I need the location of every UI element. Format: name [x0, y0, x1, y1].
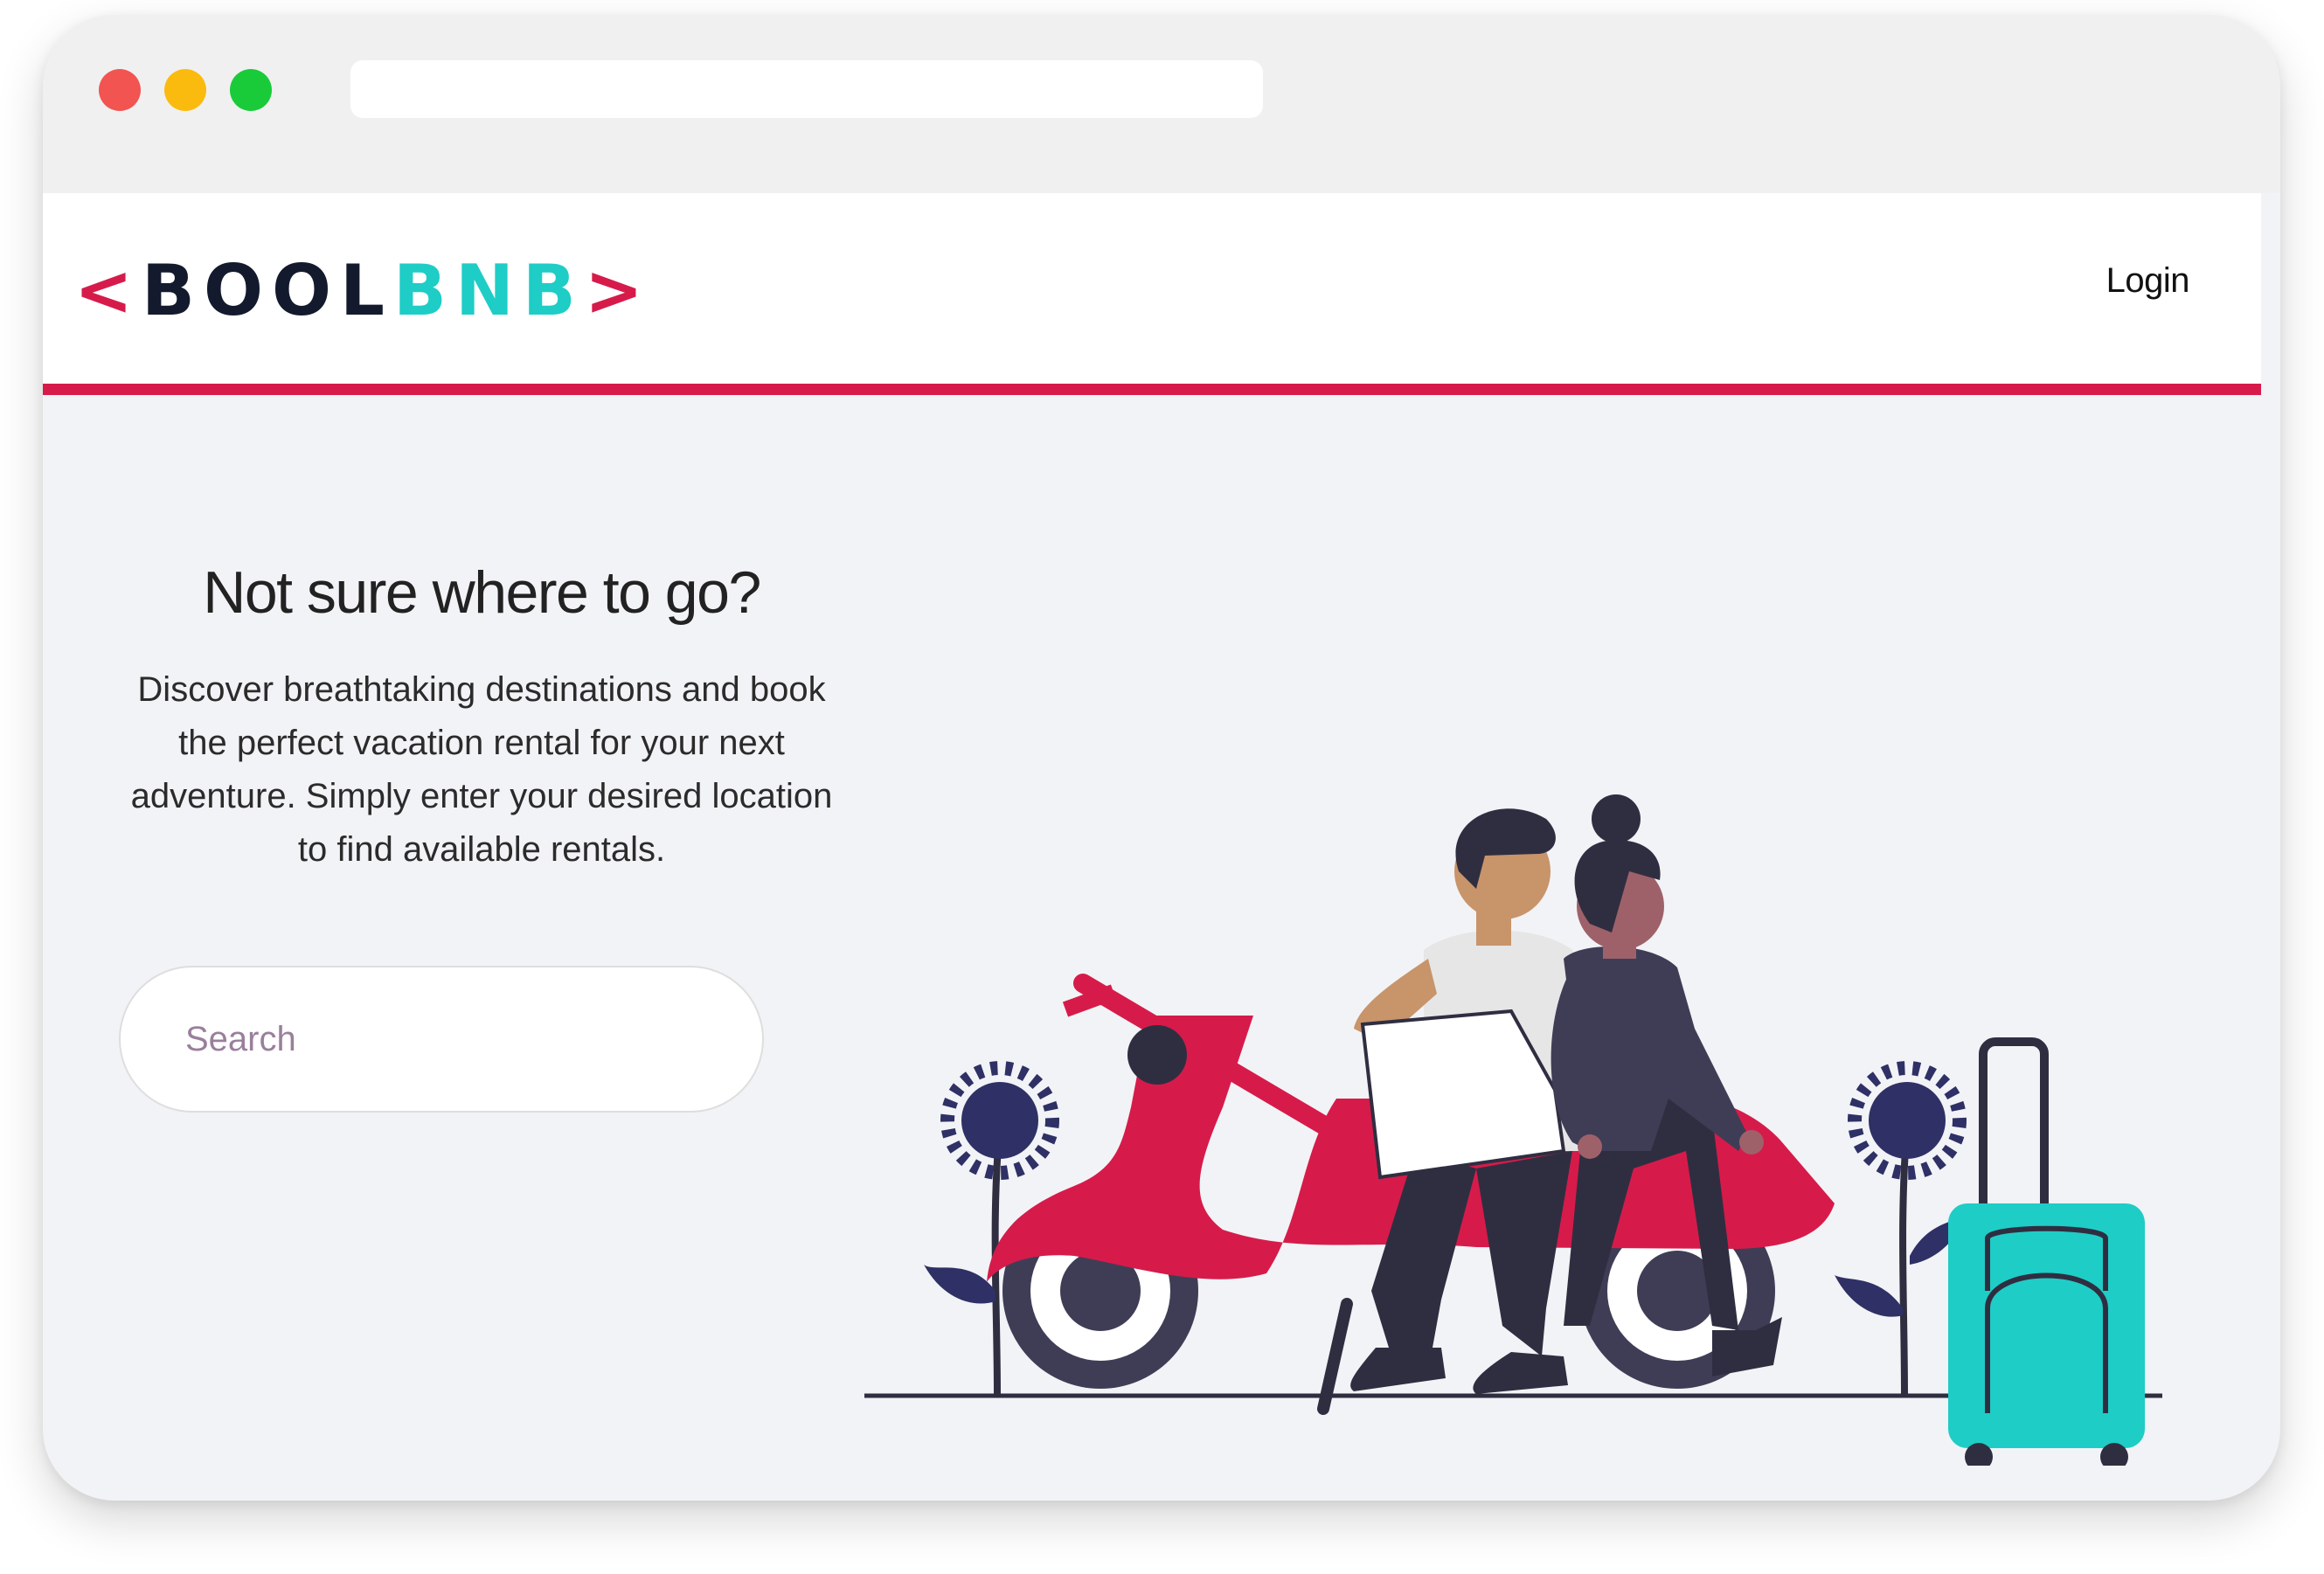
maximize-window-button[interactable]: [230, 69, 272, 111]
browser-window: <BOOLBNB> Login Not sure where to go? Di…: [43, 15, 2280, 1501]
flower-right-icon: [1835, 1061, 1967, 1397]
close-window-button[interactable]: [99, 69, 141, 111]
site-navbar: <BOOLBNB> Login: [43, 193, 2261, 395]
search-input[interactable]: [119, 966, 764, 1113]
travel-couple-scooter-illustration: [864, 794, 2162, 1466]
minimize-window-button[interactable]: [164, 69, 206, 111]
site-logo[interactable]: <BOOLBNB>: [74, 239, 652, 343]
hero-description: Discover breathtaking destinations and b…: [130, 670, 833, 869]
logo-text-bool: BOOL: [142, 250, 393, 331]
browser-chrome: [43, 15, 2280, 193]
address-bar[interactable]: [350, 60, 1263, 118]
logo-close-bracket: >: [584, 250, 652, 331]
suitcase-icon: [1948, 1037, 2145, 1466]
hero-title: Not sure where to go?: [203, 559, 761, 626]
logo-text-bnb: BNB: [393, 250, 585, 331]
logo-open-bracket: <: [74, 250, 142, 331]
login-link[interactable]: Login: [2106, 261, 2190, 301]
